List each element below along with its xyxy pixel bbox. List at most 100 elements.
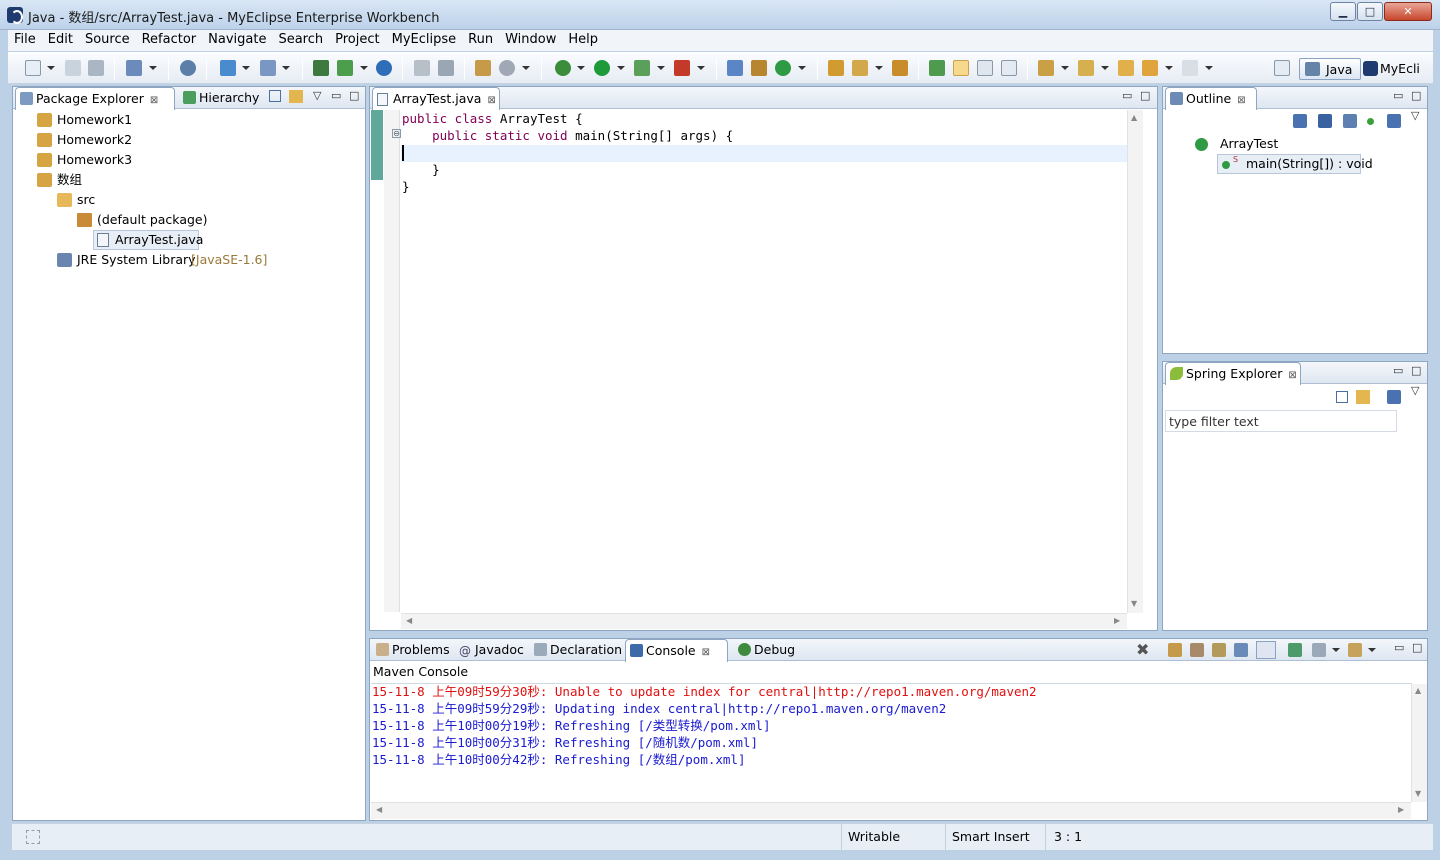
tab-problems[interactable]: Problems [372, 639, 452, 661]
remove-launch-icon[interactable]: ✖ [1136, 640, 1149, 659]
hide-local-types-icon[interactable] [1387, 114, 1401, 128]
scroll-down-icon[interactable]: ▼ [1415, 789, 1421, 798]
close-tab-icon[interactable]: ⊠ [1288, 370, 1296, 381]
next-annotation-icon[interactable] [1038, 60, 1054, 76]
forward-dropdown-icon[interactable] [1205, 66, 1213, 70]
close-tab-icon[interactable]: ⊠ [1237, 95, 1245, 106]
print-icon[interactable] [88, 60, 104, 76]
minimize-view-icon[interactable]: ▭ [1393, 364, 1403, 377]
debug-icon[interactable] [555, 60, 571, 76]
hide-fields-icon[interactable] [1318, 114, 1332, 128]
scroll-right-icon[interactable]: ▶ [1114, 616, 1120, 625]
prev-annotation-icon[interactable] [1078, 60, 1094, 76]
run-last-dropdown-icon[interactable] [657, 66, 665, 70]
menu-myeclipse[interactable]: MyEclipse [386, 30, 463, 51]
tab-arraytest-java[interactable]: ArrayTest.java ⊠ [372, 87, 500, 110]
open-console-icon[interactable] [1348, 643, 1362, 657]
db-browser-icon[interactable] [438, 60, 454, 76]
server-icon[interactable] [180, 60, 196, 76]
tab-declaration[interactable]: Declaration [530, 639, 622, 661]
tab-debug[interactable]: Debug [734, 639, 806, 661]
back-icon[interactable] [1142, 60, 1158, 76]
new-icon[interactable] [25, 60, 41, 76]
scroll-right-icon[interactable]: ▶ [1398, 805, 1404, 814]
run-icon[interactable] [594, 60, 610, 76]
maximize-button[interactable]: □ [1357, 2, 1383, 21]
minimize-view-icon[interactable]: ▭ [1394, 641, 1404, 654]
menu-help[interactable]: Help [562, 30, 604, 51]
close-tab-icon[interactable]: ⊠ [487, 95, 495, 106]
db-icon[interactable] [414, 60, 430, 76]
save-icon[interactable] [65, 60, 81, 76]
link-with-editor-icon[interactable] [1356, 390, 1370, 404]
last-edit-icon[interactable] [1118, 60, 1134, 76]
open-folder-icon[interactable] [828, 60, 844, 76]
highlight-icon[interactable] [953, 60, 969, 76]
run-server-icon[interactable] [260, 60, 276, 76]
back-dropdown-icon[interactable] [1165, 66, 1173, 70]
new-interface-icon[interactable] [751, 60, 767, 76]
new-class-icon[interactable] [337, 60, 353, 76]
horizontal-scrollbar[interactable] [401, 613, 1127, 629]
new-package-icon[interactable] [727, 60, 743, 76]
vertical-scrollbar[interactable] [1127, 110, 1143, 613]
minimize-button[interactable]: ▁ [1330, 2, 1356, 21]
menu-window[interactable]: Window [499, 30, 562, 51]
fold-toggle-icon[interactable]: ⊖ [392, 129, 401, 138]
console-vertical-scrollbar[interactable] [1411, 684, 1427, 802]
run-dropdown-icon[interactable] [617, 66, 625, 70]
hide-static-icon[interactable] [1343, 114, 1357, 128]
display-selected-console-icon[interactable] [1312, 643, 1326, 657]
minimize-view-icon[interactable]: ▭ [1122, 89, 1132, 102]
java-perspective-button[interactable]: Java [1299, 58, 1361, 80]
maximize-view-icon[interactable]: □ [349, 89, 359, 102]
outline-method-main[interactable]: S main(String[]) : void [1217, 154, 1373, 174]
myeclipse-perspective-button[interactable]: MyEcli [1360, 58, 1426, 80]
menu-edit[interactable]: Edit [42, 30, 79, 51]
word-wrap-icon[interactable] [1234, 643, 1248, 657]
collapse-all-icon[interactable] [269, 90, 281, 102]
maximize-view-icon[interactable]: □ [1140, 89, 1150, 102]
tab-console[interactable]: Console ⊠ [625, 639, 728, 662]
menu-run[interactable]: Run [462, 30, 499, 51]
globe-dropdown-icon[interactable] [522, 66, 530, 70]
external-tools-dropdown-icon[interactable] [697, 66, 705, 70]
spring-icon[interactable] [852, 60, 868, 76]
globe-icon[interactable] [499, 60, 515, 76]
tab-spring-explorer[interactable]: Spring Explorer ⊠ [1165, 362, 1301, 385]
remove-all-terminated-icon[interactable] [1168, 643, 1182, 657]
deploy-icon[interactable] [220, 60, 236, 76]
new-java-project-icon[interactable] [126, 60, 142, 76]
scroll-up-icon[interactable]: ▲ [1415, 686, 1421, 695]
code-line-4[interactable]: } [402, 162, 440, 177]
tree-item-arraytest-java[interactable]: ArrayTest.java [93, 230, 203, 250]
code-line-5[interactable]: } [402, 179, 410, 194]
debug-dropdown-icon[interactable] [577, 66, 585, 70]
block-select-icon[interactable] [977, 60, 993, 76]
spring-filter-input[interactable]: type filter text [1165, 410, 1397, 432]
next-annotation-dropdown-icon[interactable] [1061, 66, 1069, 70]
minimize-view-icon[interactable]: ▭ [331, 89, 341, 102]
scroll-lock-icon[interactable] [1212, 643, 1226, 657]
maximize-view-icon[interactable]: □ [1412, 641, 1422, 654]
clear-console-icon[interactable] [1190, 643, 1204, 657]
scroll-left-icon[interactable]: ◀ [406, 616, 412, 625]
menu-refactor[interactable]: Refactor [136, 30, 203, 51]
close-button[interactable]: ✕ [1384, 2, 1432, 21]
open-resource-icon[interactable] [892, 60, 908, 76]
menu-search[interactable]: Search [272, 30, 329, 51]
link-with-editor-icon[interactable] [289, 90, 303, 103]
external-tools-icon[interactable] [674, 60, 690, 76]
display-console-dropdown-icon[interactable] [1332, 648, 1340, 652]
scroll-down-icon[interactable]: ▼ [1131, 599, 1137, 608]
pin-console-icon[interactable] [1288, 643, 1302, 657]
new-dropdown-icon[interactable] [47, 66, 55, 70]
sort-icon[interactable] [1387, 390, 1401, 404]
close-tab-icon[interactable]: ⊠ [702, 647, 710, 658]
tab-package-explorer[interactable]: Package Explorer ⊠ [15, 87, 175, 110]
project-dropdown-icon[interactable] [149, 66, 157, 70]
sort-icon[interactable] [1293, 114, 1307, 128]
view-menu-icon[interactable]: ▽ [1411, 109, 1419, 122]
task-icon[interactable] [475, 60, 491, 76]
menu-source[interactable]: Source [79, 30, 136, 51]
